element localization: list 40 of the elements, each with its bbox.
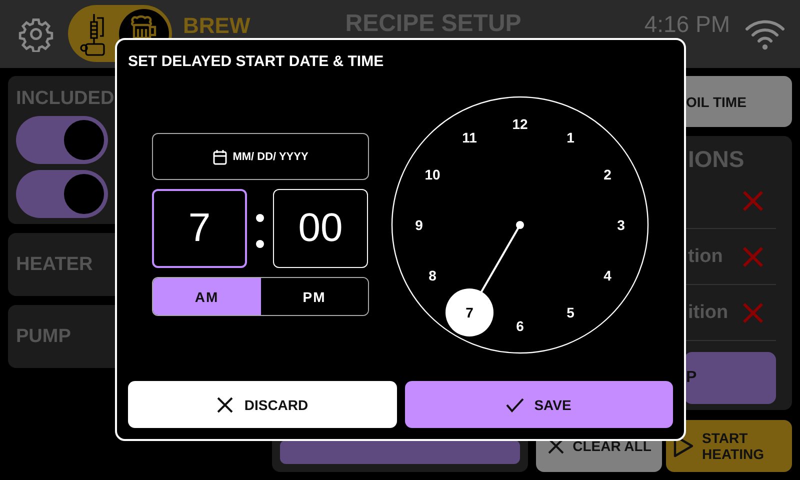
remove-icon[interactable] xyxy=(742,302,764,324)
settings-icon[interactable] xyxy=(18,16,54,52)
toggle-switch[interactable] xyxy=(16,170,108,218)
toggle-switch[interactable] xyxy=(16,116,108,164)
hour-field[interactable]: 7 xyxy=(152,189,247,268)
panel-title: INCLUDED xyxy=(16,88,114,110)
mode-label: BREW xyxy=(183,13,250,39)
clock-number[interactable]: 5 xyxy=(566,304,574,320)
clock-number[interactable]: 6 xyxy=(516,318,524,334)
meridiem-tab[interactable]: AM xyxy=(153,278,260,315)
clock-number[interactable]: 9 xyxy=(415,217,423,233)
wifi-icon xyxy=(744,18,786,50)
clock-number[interactable]: 11 xyxy=(462,130,477,146)
clock-number[interactable]: 8 xyxy=(428,268,436,284)
clock-hand[interactable] xyxy=(446,221,524,336)
panel-title: PUMP xyxy=(16,326,71,348)
minute-field[interactable]: 00 xyxy=(273,189,368,268)
clock-number[interactable]: 10 xyxy=(424,166,440,182)
clock-number[interactable]: 4 xyxy=(604,268,612,284)
clock-number[interactable]: 7 xyxy=(466,304,474,320)
list-item-label: ition xyxy=(688,302,728,324)
calendar-icon xyxy=(212,148,227,164)
remove-icon[interactable] xyxy=(742,246,764,268)
clock-number[interactable]: 12 xyxy=(512,116,528,132)
clock-number[interactable]: 1 xyxy=(566,130,574,146)
panel-button[interactable] xyxy=(280,440,520,464)
remove-icon[interactable] xyxy=(742,190,764,212)
clock-time: 4:16 PM xyxy=(644,11,730,38)
save-button[interactable]: SAVE xyxy=(404,381,673,428)
date-field[interactable]: MM/ DD/ YYYY xyxy=(152,133,369,180)
beer-mug-icon xyxy=(130,14,158,38)
clock-number[interactable]: 2 xyxy=(604,166,612,182)
dialog-title: SET DELAYED START DATE & TIME xyxy=(128,52,384,72)
clock-number[interactable]: 3 xyxy=(617,217,625,233)
check-icon xyxy=(506,396,524,414)
panel-title: HEATER xyxy=(16,254,93,276)
close-icon xyxy=(216,396,234,414)
list-item-label: tion xyxy=(688,246,723,268)
panel-title: IONS xyxy=(688,146,746,173)
discard-button[interactable]: DISCARD xyxy=(128,381,396,428)
